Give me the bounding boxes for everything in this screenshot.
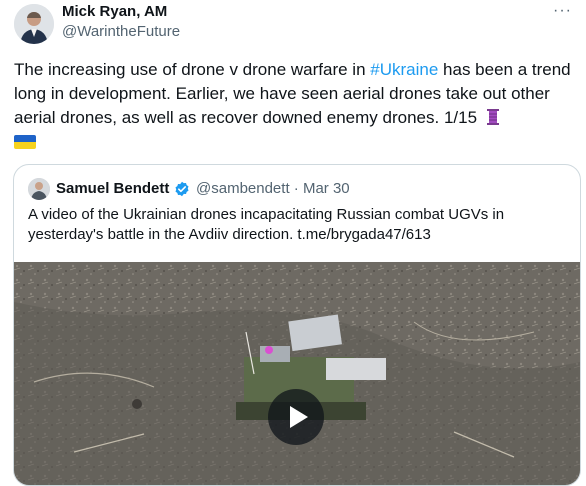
meta-separator: · xyxy=(289,180,303,197)
quote-text: A video of the Ukrainian drones incapaci… xyxy=(28,206,505,243)
quote-author-avatar[interactable] xyxy=(28,178,50,200)
author-name[interactable]: Mick Ryan, AM xyxy=(62,3,167,21)
hashtag-link[interactable]: #Ukraine xyxy=(370,60,438,79)
quote-date[interactable]: Mar 30 xyxy=(303,180,350,197)
quoted-tweet[interactable]: Samuel Bendett @sambendett · Mar 30 A vi… xyxy=(13,164,581,486)
quote-author-name[interactable]: Samuel Bendett xyxy=(56,180,169,198)
author-avatar[interactable] xyxy=(14,4,54,44)
video-thumbnail[interactable] xyxy=(14,262,580,485)
quote-meta: @sambendett · Mar 30 xyxy=(196,180,350,198)
verified-badge-icon xyxy=(175,181,189,197)
play-icon xyxy=(290,406,308,428)
quote-author-handle[interactable]: @sambendett xyxy=(196,180,290,197)
tweet-text: The increasing use of drone v drone warf… xyxy=(14,58,574,154)
tweet-text-start: The increasing use of drone v drone warf… xyxy=(14,60,371,79)
ukraine-flag-icon xyxy=(14,135,36,149)
video-frame xyxy=(14,262,580,485)
thread-icon xyxy=(486,109,499,125)
author-handle[interactable]: @WarintheFuture xyxy=(62,23,180,41)
more-options-button[interactable]: ··· xyxy=(553,2,572,20)
play-button[interactable] xyxy=(268,389,324,445)
